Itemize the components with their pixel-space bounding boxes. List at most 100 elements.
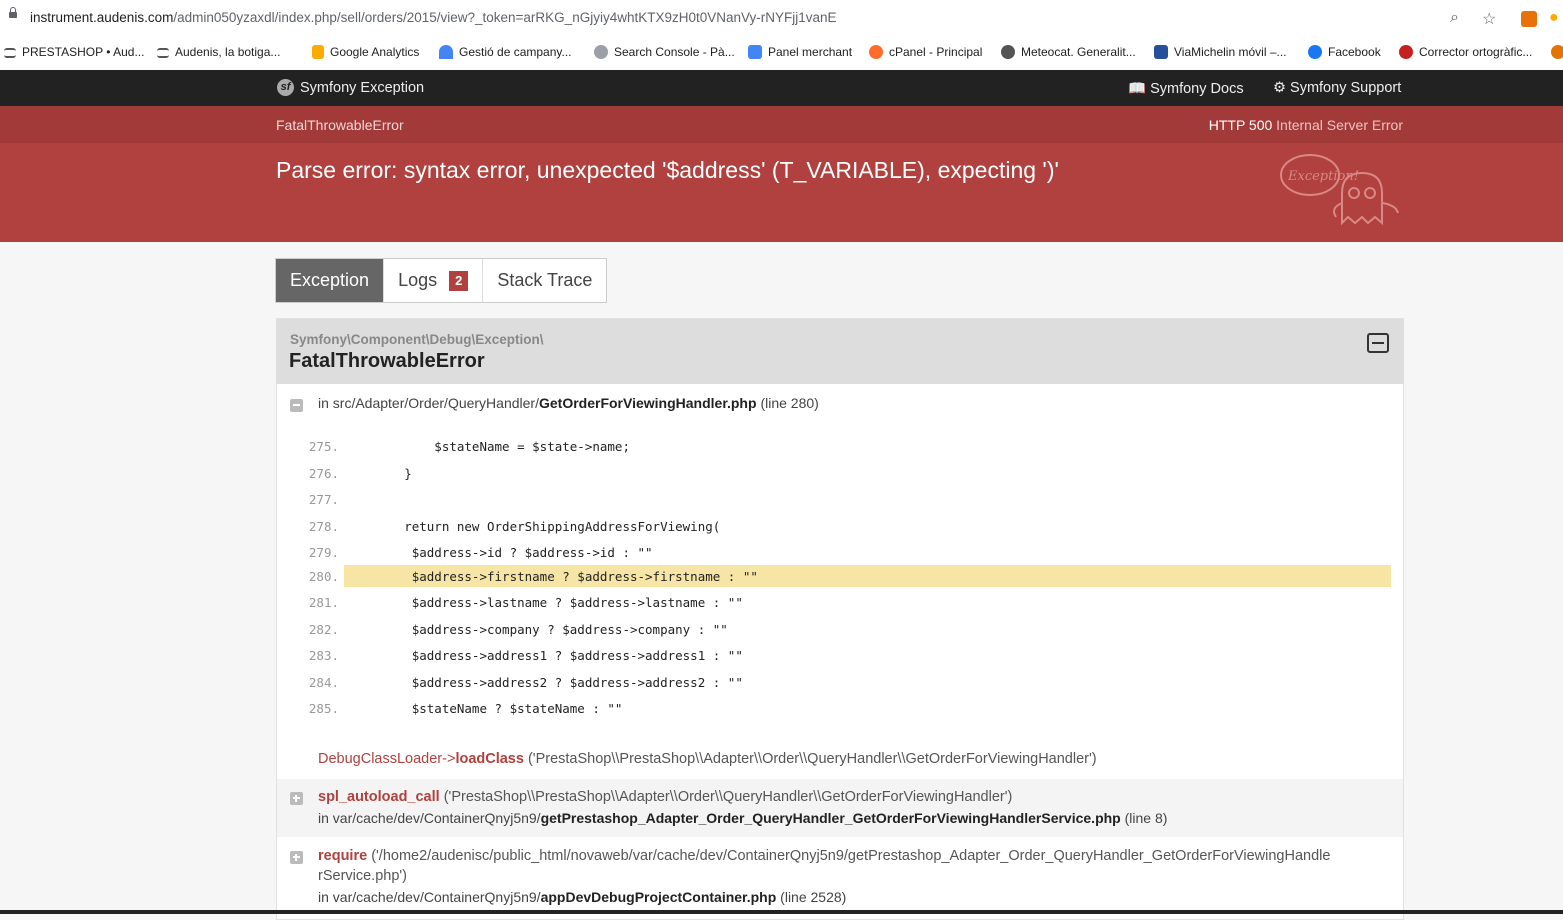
trace-item: require ('/home2/audenisc/public_html/no… [277,837,1403,919]
code-line: 284. $address->address2 ? $address->addr… [277,671,1403,695]
bookmark-search-console[interactable]: Search Console - Pà... [594,45,735,59]
code-text: $address->firstname ? $address->firstnam… [344,569,758,584]
tab-exception[interactable]: Exception [276,259,385,302]
taskbar-strip [0,910,1563,914]
menu-icon [4,48,16,58]
tab-label: Logs [398,270,438,290]
code-line: 285. $stateName ? $stateName : "" [277,697,1403,721]
exception-message-header: Parse error: syntax error, unexpected '$… [0,143,1563,242]
expand-icon[interactable] [290,792,303,805]
ghost-icon: Exception! [1280,154,1399,226]
collapse-trace-icon[interactable] [290,399,303,412]
location-file: appDevDebugProjectContainer.php [540,889,777,905]
exception-summary-bar: FatalThrowableError HTTP 500 Internal Se… [0,106,1563,143]
trace-args: rService.php') [318,868,407,884]
code-text: $address->id ? $address->id : "" [344,545,653,560]
bookmark-facebook[interactable]: Facebook [1308,45,1381,59]
bookmark-label: cPanel - Principal [889,45,983,59]
bookmark-label: PRESTASHOP • Aud... [22,45,145,59]
tab-label: Exception [290,270,370,290]
zoom-icon[interactable]: ⌕ [1450,9,1459,27]
bookmark-viamichelin[interactable]: ViaMichelin móvil –... [1154,45,1287,59]
bookmarks-bar: PRESTASHOP • Aud... Audenis, la botiga..… [0,38,1563,71]
symfony-docs-link[interactable]: 📖 Symfony Docs [1128,80,1244,97]
trace-class: DebugClassLoader-> [318,751,456,767]
code-line-highlighted: 280. $address->firstname ? $address->fir… [277,565,1403,589]
collapse-icon[interactable] [1367,333,1389,353]
bookmark-corrector[interactable]: Corrector ortogràfic... [1399,45,1532,59]
address-bar[interactable]: instrument.audenis.com/admin050yzaxdl/in… [0,0,1563,38]
line-number: 284. [308,675,339,690]
symfony-support-link[interactable]: ⚙ Symfony Support [1273,80,1401,96]
http-text: Internal Server Error [1276,117,1403,133]
trace-location: in var/cache/dev/ContainerQnyj5n9/getPre… [318,810,1167,826]
line-number: 279. [308,545,339,560]
analytics-icon [312,45,324,59]
trace-location: in var/cache/dev/ContainerQnyj5n9/appDev… [318,889,846,905]
search-console-icon [594,45,608,59]
docs-label: Symfony Docs [1150,81,1244,97]
location-file: getPrestashop_Adapter_Order_QueryHandler… [540,810,1121,826]
menu-icon [157,48,169,58]
bookmark-google-analytics[interactable]: Google Analytics [312,45,419,59]
code-text: } [344,466,412,481]
trace-function: spl_autoload_call [318,789,440,805]
bookmark-label: Search Console - Pà... [614,45,735,59]
exception-tabs: Exception Logs 2 Stack Trace [275,258,608,303]
line-number: 281. [308,595,339,610]
symfony-header: sf Symfony Exception 📖 Symfony Docs ⚙ Sy… [0,70,1563,106]
line-number: 277. [308,492,339,507]
facebook-icon [1308,45,1322,59]
code-text: $stateName = $state->name; [344,439,630,454]
bookmark-cpanel[interactable]: cPanel - Principal [869,45,982,59]
bulb-icon[interactable]: ● [1549,9,1559,27]
url-text[interactable]: instrument.audenis.com/admin050yzaxdl/in… [30,10,837,25]
symfony-logo-icon: sf [277,79,294,96]
line-number: 278. [308,519,339,534]
bookmark-audenis[interactable]: Audenis, la botiga... [157,45,280,59]
logs-count-badge: 2 [449,270,469,291]
trace-location: in src/Adapter/Order/QueryHandler/GetOrd… [318,395,819,411]
location-path: in var/cache/dev/ContainerQnyj5n9/ [318,810,541,826]
corrector-icon [1399,45,1413,59]
http-status: HTTP 500 Internal Server Error [1209,117,1403,133]
trace-call: spl_autoload_call ('PrestaShop\\PrestaSh… [318,789,1012,805]
lock-icon[interactable] [9,7,17,18]
bookmark-merchant[interactable]: Panel merchant [748,45,852,59]
code-line: 282. $address->company ? $address->compa… [277,618,1403,642]
exception-panel-header: Symfony\Component\Debug\Exception\ Fatal… [277,319,1403,384]
tab-stack-trace[interactable]: Stack Trace [483,259,606,302]
support-label: Symfony Support [1290,80,1402,96]
trace-call: DebugClassLoader->loadClass ('PrestaShop… [318,751,1097,767]
code-line: 278. return new OrderShippingAddressForV… [277,515,1403,539]
trace-args-continued: rService.php') [318,868,407,884]
trace-args: ('PrestaShop\\PrestaShop\\Adapter\\Order… [443,789,1013,805]
ads-icon [439,45,453,59]
code-line: 276. } [277,462,1403,486]
code-line: 283. $address->address1 ? $address->addr… [277,644,1403,668]
bookmark-label: Audenis, la botiga... [175,45,281,59]
tab-logs[interactable]: Logs 2 [384,259,484,302]
line-number: 275. [308,439,339,454]
code-line: 277. [277,488,1403,512]
bookmark-label: Gestió de campany... [459,45,572,59]
line-number: 280. [308,569,339,584]
location-file: GetOrderForViewingHandler.php [538,395,757,411]
expand-icon[interactable] [290,851,303,864]
code-text: $address->company ? $address->company : … [344,622,728,637]
bookmark-label: Meteocat. Generalit... [1021,45,1136,59]
bookmark-more[interactable] [1551,45,1563,59]
trace-args: ('PrestaShop\\PrestaShop\\Adapter\\Order… [527,751,1097,767]
bookmark-label: Corrector ortogràfic... [1419,45,1533,59]
cpanel-icon [869,45,883,59]
star-icon[interactable]: ☆ [1482,9,1496,29]
globe-icon [1001,45,1015,59]
bookmark-campanyes[interactable]: Gestió de campany... [439,45,572,59]
extension-icon[interactable] [1521,11,1537,27]
bookmark-meteocat[interactable]: Meteocat. Generalit... [1001,45,1136,59]
bookmark-prestashop[interactable]: PRESTASHOP • Aud... [4,45,144,59]
tab-label: Stack Trace [497,270,593,290]
code-line: 275. $stateName = $state->name; [277,435,1403,459]
http-code: HTTP 500 [1208,117,1273,133]
bookmark-icon [1551,45,1563,59]
